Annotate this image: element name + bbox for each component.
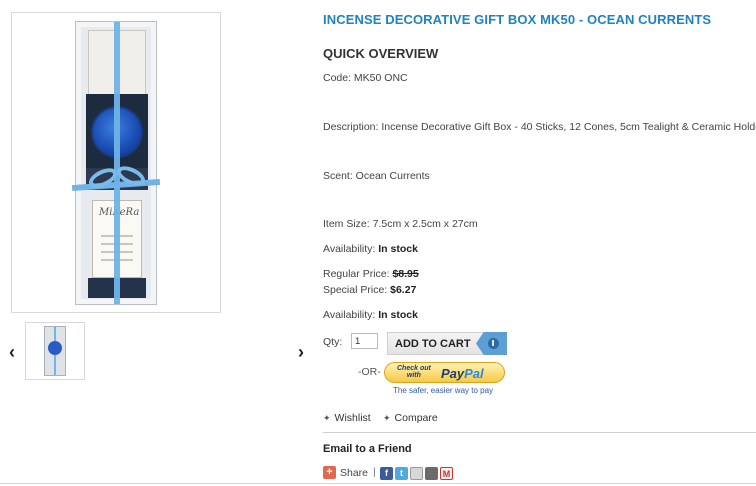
gmail-icon[interactable]: M [440,467,453,480]
main-product-image[interactable]: MiKeRa [11,12,221,313]
print-icon[interactable] [425,467,438,480]
regular-price-label: Regular Price: [323,268,390,280]
share-plus-icon[interactable]: + [323,466,336,479]
divider [323,432,756,433]
compare-link[interactable]: ✦ Compare [383,412,438,424]
availability-secondary: Availability: In stock [323,309,418,321]
product-description: Description: Incense Decorative Gift Box… [323,121,756,133]
qty-input[interactable] [351,333,378,349]
qty-label: Qty: [323,336,343,348]
bullet-icon: ✦ [323,413,331,423]
thumbnail-image [44,326,66,376]
availability-label: Availability: [323,309,376,321]
bottom-divider [0,483,756,484]
availability-label: Availability: [323,243,376,255]
share-link[interactable]: Share [340,467,368,479]
email-icon[interactable] [410,467,423,480]
add-to-cart-label: ADD TO CART [395,338,471,350]
availability: Availability: In stock [323,243,418,255]
wishlist-link[interactable]: ✦ Wishlist [323,412,371,424]
twitter-icon[interactable]: t [395,467,408,480]
bullet-icon: ✦ [383,413,391,423]
next-image-arrow-icon[interactable]: › [298,342,304,363]
regular-price-value: $8.95 [392,268,419,280]
regular-price: Regular Price: $8.95 [323,268,419,280]
facebook-icon[interactable]: f [380,467,393,480]
gift-box-illustration: MiKeRa [71,21,161,305]
product-scent: Scent: Ocean Currents [323,170,430,182]
paypal-tagline: The safer, easier way to pay [393,386,494,395]
product-title: INCENSE DECORATIVE GIFT BOX MK50 - OCEAN… [323,12,712,27]
quick-overview-heading: QUICK OVERVIEW [323,46,439,61]
product-code: Code: MK50 ONC [323,72,408,84]
special-price-label: Special Price: [323,284,388,296]
availability-value: In stock [378,243,418,255]
special-price: Special Price: $6.27 [323,284,416,296]
share-separator: | [373,466,376,478]
paypal-checkout-button[interactable]: Check out with PayPal [384,362,505,383]
product-thumbnail[interactable] [25,322,85,380]
product-item-size: Item Size: 7.5cm x 2.5cm x 27cm [323,218,478,230]
paypal-logo: PayPal [441,366,484,381]
email-to-friend-link[interactable]: Email to a Friend [323,443,412,455]
add-to-cart-button[interactable]: ADD TO CART [387,332,507,355]
ribbon-vertical [114,22,120,304]
prev-image-arrow-icon[interactable]: ‹ [9,342,15,363]
arrow-up-icon [476,332,507,355]
special-price-value: $6.27 [390,284,417,296]
or-separator: -OR- [358,366,381,378]
paypal-checkout-text: Check out with [397,365,431,379]
availability-value: In stock [378,309,418,321]
